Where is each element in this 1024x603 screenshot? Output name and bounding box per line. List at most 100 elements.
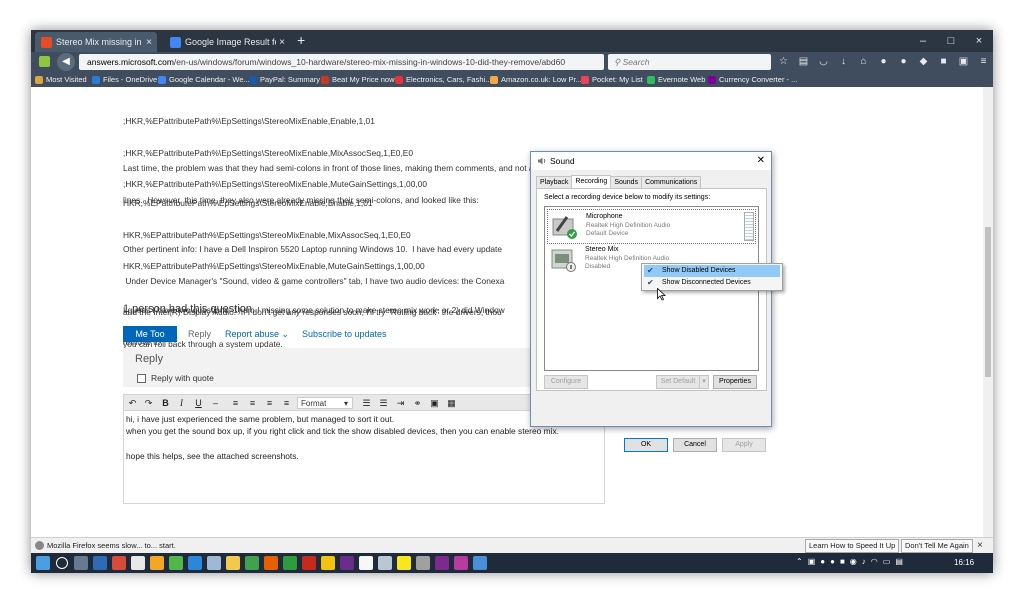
link-icon[interactable]: ⚭ bbox=[411, 397, 424, 409]
addon-icon[interactable]: ● bbox=[897, 55, 910, 68]
bookmark-item[interactable]: Currency Converter - ... bbox=[708, 75, 797, 84]
reply-link[interactable]: Reply bbox=[188, 329, 211, 339]
dont-tell-button[interactable]: Don't Tell Me Again bbox=[901, 539, 973, 553]
bookmark-item[interactable]: Electronics, Cars, Fashi... bbox=[395, 75, 491, 84]
onenote-icon[interactable] bbox=[435, 556, 449, 570]
properties-button[interactable]: Properties bbox=[713, 375, 757, 389]
bookmark-item[interactable]: Google Calendar - We... bbox=[158, 75, 250, 84]
tray-icon[interactable]: ● bbox=[820, 557, 825, 566]
start-icon[interactable] bbox=[36, 556, 50, 570]
tab-communications[interactable]: Communications bbox=[641, 176, 702, 188]
app-icon[interactable] bbox=[188, 556, 202, 570]
home-icon[interactable]: ⌂ bbox=[857, 55, 870, 68]
url-bar[interactable]: answers.microsoft.com/en-us/windows/foru… bbox=[79, 54, 604, 70]
image-icon[interactable]: ▣ bbox=[428, 397, 441, 409]
tray-icon[interactable]: ● bbox=[830, 557, 835, 566]
mail-icon[interactable] bbox=[359, 556, 373, 570]
set-default-button[interactable]: Set Default bbox=[656, 375, 700, 389]
app-icon[interactable] bbox=[454, 556, 468, 570]
redo-icon[interactable]: ↷ bbox=[142, 397, 155, 409]
sound-app-icon[interactable] bbox=[473, 556, 487, 570]
wifi-icon[interactable]: ◠ bbox=[871, 557, 878, 566]
bookmark-item[interactable]: Amazon.co.uk: Low Pr... bbox=[490, 75, 582, 84]
download-icon[interactable]: ↓ bbox=[837, 55, 850, 68]
battery-icon[interactable]: ▭ bbox=[883, 557, 891, 566]
app-icon[interactable] bbox=[416, 556, 430, 570]
reply-with-quote-checkbox[interactable]: Reply with quote bbox=[137, 373, 214, 383]
maximize-button[interactable]: □ bbox=[937, 30, 965, 52]
undo-icon[interactable]: ↶ bbox=[126, 397, 139, 409]
calculator-icon[interactable] bbox=[131, 556, 145, 570]
italic-icon[interactable]: I bbox=[175, 397, 188, 409]
tab-google-image[interactable]: Google Image Result for h... × bbox=[164, 32, 290, 52]
app-icon[interactable] bbox=[397, 556, 411, 570]
minimize-button[interactable]: – bbox=[909, 30, 937, 52]
search-icon[interactable] bbox=[56, 557, 68, 569]
align-center-icon[interactable]: ≡ bbox=[246, 397, 259, 409]
onedrive-icon[interactable] bbox=[207, 556, 221, 570]
volume-icon[interactable]: ♪ bbox=[862, 557, 866, 566]
align-left-icon[interactable]: ≡ bbox=[229, 397, 242, 409]
tab-recording[interactable]: Recording bbox=[571, 175, 612, 188]
table-icon[interactable]: ▦ bbox=[445, 397, 458, 409]
addon-icon[interactable]: ▣ bbox=[957, 55, 970, 68]
scrollbar-thumb[interactable] bbox=[985, 227, 991, 377]
align-right-icon[interactable]: ≡ bbox=[263, 397, 276, 409]
pocket-icon[interactable]: ◡ bbox=[817, 55, 830, 68]
numbered-list-icon[interactable]: ☰ bbox=[377, 397, 390, 409]
menu-item-show-disabled[interactable]: ✔ Show Disabled Devices bbox=[644, 265, 780, 277]
close-icon[interactable]: ✕ bbox=[757, 152, 765, 170]
addon-icon[interactable]: ■ bbox=[937, 55, 950, 68]
chevron-up-icon[interactable]: ⌃ bbox=[796, 557, 803, 566]
bookmark-item[interactable]: Beat My Price now bbox=[321, 75, 395, 84]
align-justify-icon[interactable]: ≡ bbox=[280, 397, 293, 409]
device-microphone[interactable]: Microphone Realtek High Definition Audio… bbox=[547, 209, 756, 244]
tray-icon[interactable]: ■ bbox=[840, 557, 845, 566]
bold-icon[interactable]: B bbox=[159, 397, 172, 409]
cancel-button[interactable]: Cancel bbox=[673, 438, 717, 452]
underline-icon[interactable]: U bbox=[192, 397, 205, 409]
format-dropdown[interactable]: Format ▾ bbox=[297, 397, 353, 409]
bookmark-item[interactable]: Most Visited bbox=[35, 75, 87, 84]
back-button[interactable]: ◀ bbox=[57, 53, 75, 71]
menu-icon[interactable]: ≡ bbox=[977, 55, 990, 68]
bulleted-list-icon[interactable]: ☰ bbox=[360, 397, 373, 409]
report-abuse-link[interactable]: Report abuse ⌄ bbox=[225, 329, 289, 340]
apply-button[interactable]: Apply bbox=[722, 438, 766, 452]
tab-stereo-mix[interactable]: Stereo Mix missing in Windo... × bbox=[35, 32, 157, 52]
firefox-icon[interactable] bbox=[264, 556, 278, 570]
app-icon[interactable] bbox=[169, 556, 183, 570]
strikethrough-icon[interactable]: – bbox=[209, 397, 222, 409]
new-tab-button[interactable]: + bbox=[297, 32, 305, 48]
task-view-icon[interactable] bbox=[74, 556, 88, 570]
configure-button[interactable]: Configure bbox=[544, 375, 588, 389]
app-icon[interactable] bbox=[378, 556, 392, 570]
bookmark-item[interactable]: Evernote Web bbox=[647, 75, 705, 84]
bookmark-item[interactable]: Files - OneDrive bbox=[92, 75, 157, 84]
site-identity-icon[interactable] bbox=[39, 56, 50, 67]
app-icon[interactable] bbox=[302, 556, 316, 570]
close-icon[interactable]: × bbox=[977, 540, 983, 551]
set-default-dropdown[interactable]: ▾ bbox=[699, 375, 709, 389]
tray-icon[interactable]: ◉ bbox=[850, 557, 857, 566]
close-window-button[interactable]: × bbox=[965, 30, 993, 52]
app-icon[interactable] bbox=[245, 556, 259, 570]
checkbox[interactable] bbox=[137, 373, 146, 383]
bookmark-item[interactable]: PayPal: Summary bbox=[249, 75, 320, 84]
app-icon[interactable] bbox=[340, 556, 354, 570]
tray-icon[interactable]: ▣ bbox=[808, 557, 816, 566]
star-icon[interactable]: ☆ bbox=[777, 55, 790, 68]
app-icon[interactable] bbox=[283, 556, 297, 570]
close-tab-icon[interactable]: × bbox=[279, 37, 285, 48]
indent-icon[interactable]: ⇥ bbox=[394, 397, 407, 409]
learn-speed-button[interactable]: Learn How to Speed It Up bbox=[805, 539, 900, 553]
page-scrollbar[interactable] bbox=[983, 87, 993, 537]
bookmark-item[interactable]: Pocket: My List bbox=[581, 75, 643, 84]
search-input[interactable]: ⚲ Search bbox=[608, 54, 771, 70]
addon-icon[interactable]: ● bbox=[877, 55, 890, 68]
close-tab-icon[interactable]: × bbox=[146, 37, 152, 48]
tab-playback[interactable]: Playback bbox=[536, 176, 573, 188]
keyboard-icon[interactable]: ▤ bbox=[895, 557, 903, 566]
clock[interactable]: 16:16 bbox=[954, 558, 974, 567]
file-explorer-icon[interactable] bbox=[226, 556, 240, 570]
